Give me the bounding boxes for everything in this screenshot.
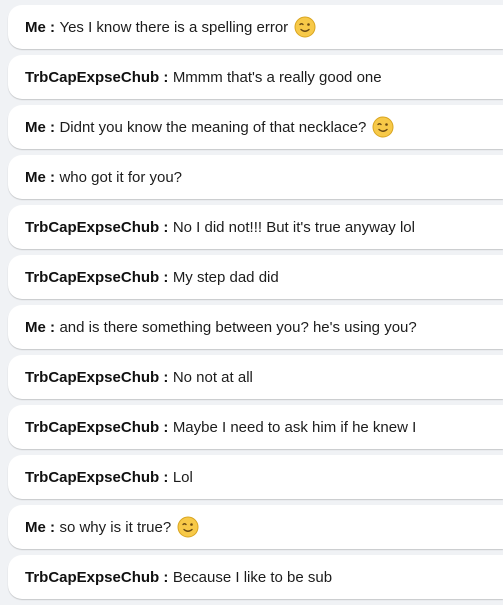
message-row: TrbCapExpseChub : My step dad did	[8, 255, 503, 299]
message-row: Me : so why is it true?	[8, 505, 503, 549]
message-text: so why is it true?	[59, 518, 172, 536]
wink-emoji-icon	[294, 16, 316, 38]
message-sender: TrbCapExpseChub :	[25, 268, 169, 286]
message-row: TrbCapExpseChub : No I did not!!! But it…	[8, 205, 503, 249]
message-sender: Me :	[25, 18, 55, 36]
message-row: Me : Didnt you know the meaning of that …	[8, 105, 503, 149]
message-sender: Me :	[25, 168, 55, 186]
message-text: Mmmm that's a really good one	[172, 68, 382, 86]
message-text: Didnt you know the meaning of that neckl…	[59, 118, 367, 136]
message-sender: TrbCapExpseChub :	[25, 68, 169, 86]
message-sender: TrbCapExpseChub :	[25, 368, 169, 386]
message-row: TrbCapExpseChub : Because I like to be s…	[8, 555, 503, 599]
message-text: who got it for you?	[59, 168, 183, 186]
message-sender: TrbCapExpseChub :	[25, 218, 169, 236]
message-sender: TrbCapExpseChub :	[25, 568, 169, 586]
message-text: Because I like to be sub	[172, 568, 333, 586]
message-sender: Me :	[25, 318, 55, 336]
message-sender: TrbCapExpseChub :	[25, 418, 169, 436]
message-row: TrbCapExpseChub : Maybe I need to ask hi…	[8, 405, 503, 449]
message-text: No I did not!!! But it's true anyway lol	[172, 218, 415, 236]
message-text: Maybe I need to ask him if he knew I	[172, 418, 417, 436]
message-sender: Me :	[25, 118, 55, 136]
wink-emoji-icon	[372, 116, 394, 138]
message-text: My step dad did	[172, 268, 279, 286]
message-text: Lol	[172, 468, 193, 486]
message-text: and is there something between you? he's…	[59, 318, 417, 336]
message-row: Me : and is there something between you?…	[8, 305, 503, 349]
message-text: No not at all	[172, 368, 253, 386]
message-sender: Me :	[25, 518, 55, 536]
message-text: Yes I know there is a spelling error	[59, 18, 289, 36]
wink-emoji-icon	[177, 516, 199, 538]
message-row: TrbCapExpseChub : Mmmm that's a really g…	[8, 55, 503, 99]
message-row: Me : who got it for you?	[8, 155, 503, 199]
chat-log: Me : Yes I know there is a spelling erro…	[0, 0, 503, 605]
message-sender: TrbCapExpseChub :	[25, 468, 169, 486]
message-row: TrbCapExpseChub : Lol	[8, 455, 503, 499]
message-row: TrbCapExpseChub : No not at all	[8, 355, 503, 399]
message-row: Me : Yes I know there is a spelling erro…	[8, 5, 503, 49]
